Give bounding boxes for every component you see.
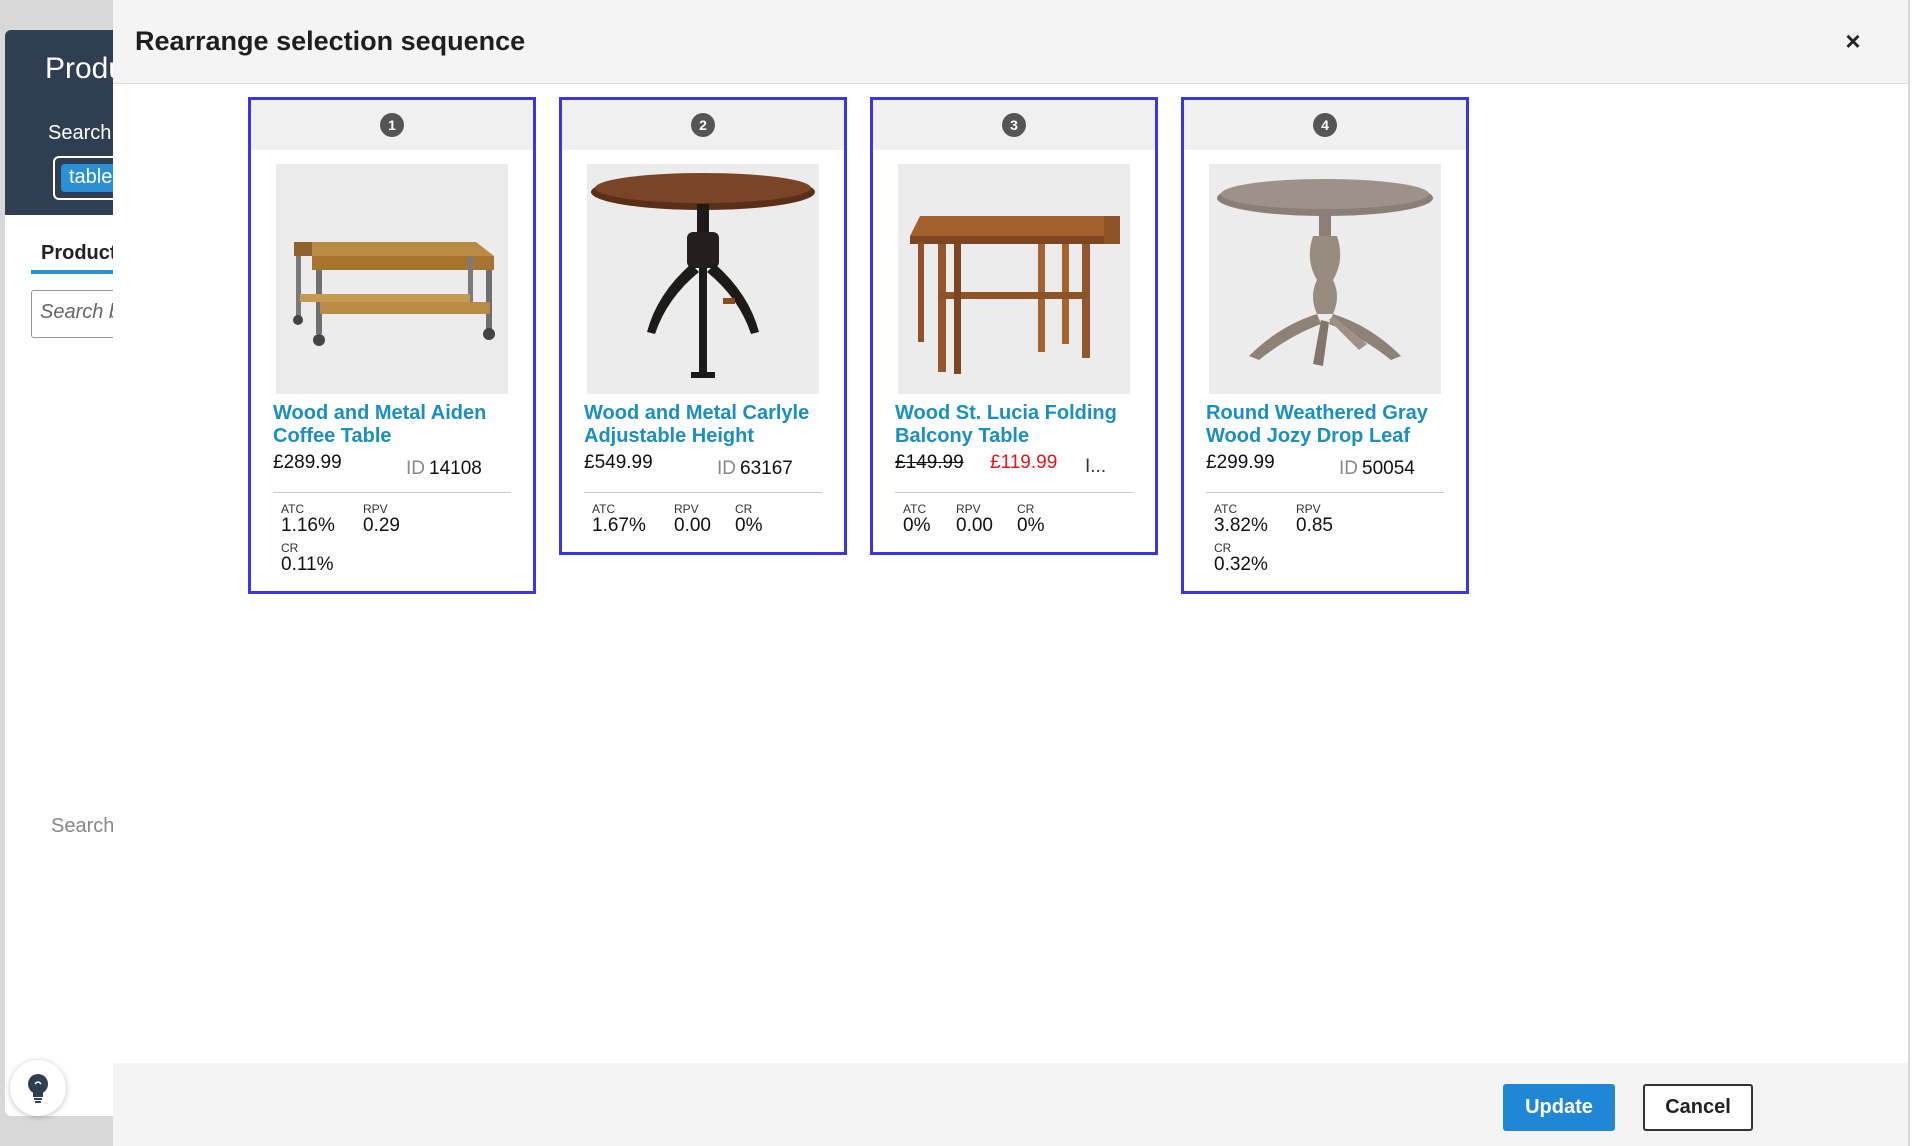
- product-id: ID 14108: [406, 458, 482, 480]
- metric-label: ATC: [1214, 502, 1238, 516]
- drag-handle[interactable]: 4: [1184, 100, 1466, 150]
- metric-label: RPV: [1296, 502, 1321, 516]
- product-id-label: ID: [1339, 458, 1358, 479]
- divider: [273, 492, 511, 493]
- metric-value: 0.00: [956, 515, 993, 536]
- metric-value: 0.11%: [281, 554, 334, 575]
- metric-value: 0%: [1017, 515, 1045, 536]
- product-name-link[interactable]: Wood and Metal Carlyle Adjustable Height: [584, 402, 822, 448]
- metrics: ATC 1.67% RPV 0.00 CR 0%: [592, 503, 822, 542]
- metric-atc: ATC 3.82%: [1214, 503, 1296, 536]
- product-card[interactable]: 4 Round Weathered Gray Wood Jozy Drop Le…: [1181, 97, 1469, 594]
- position-badge: 3: [1002, 113, 1026, 137]
- position-badge: 2: [691, 113, 715, 137]
- position-badge: 1: [380, 113, 404, 137]
- update-button[interactable]: Update: [1503, 1084, 1615, 1131]
- product-price: £289.99: [273, 452, 342, 473]
- metric-label: ATC: [281, 502, 305, 516]
- metric-atc: ATC 1.16%: [281, 503, 363, 536]
- close-icon[interactable]: ×: [1838, 26, 1868, 56]
- product-id-value: 50054: [1362, 458, 1415, 479]
- metric-value: 0.00: [674, 515, 711, 536]
- metric-label: CR: [281, 541, 299, 555]
- product-image: [1209, 164, 1441, 394]
- metric-value: 0.32%: [1214, 554, 1268, 575]
- metric-label: RPV: [363, 502, 388, 516]
- metric-cr: CR 0.11%: [281, 542, 511, 575]
- metric-cr: CR 0.32%: [1214, 542, 1444, 575]
- product-image: [898, 164, 1130, 394]
- product-card[interactable]: 1 Wood and Metal Aiden Coffee Table £289…: [248, 97, 536, 594]
- metric-rpv: RPV 0.00: [956, 503, 1017, 536]
- price-row: £289.99 ID 14108: [273, 452, 511, 482]
- cancel-button[interactable]: Cancel: [1643, 1084, 1753, 1131]
- metric-label: ATC: [903, 502, 927, 516]
- product-id-label: ID: [717, 458, 736, 479]
- metric-value: 0%: [735, 515, 763, 536]
- product-sale-price: £119.99: [990, 452, 1058, 473]
- metric-value: 3.82%: [1214, 515, 1268, 536]
- product-card[interactable]: 2 Wood and Metal Carlyle Adjustable Heig…: [559, 97, 847, 555]
- lightbulb-icon[interactable]: [10, 1060, 66, 1116]
- drag-handle[interactable]: 2: [562, 100, 844, 150]
- metrics: ATC 0% RPV 0.00 CR 0%: [903, 503, 1133, 542]
- metric-label: ATC: [592, 502, 616, 516]
- metric-label: RPV: [956, 502, 981, 516]
- metric-rpv: RPV 0.29: [363, 503, 445, 536]
- product-id: ID 50054: [1339, 458, 1415, 480]
- metric-rpv: RPV 0.85: [1296, 503, 1378, 536]
- metric-rpv: RPV 0.00: [674, 503, 735, 536]
- metrics: ATC 3.82% RPV 0.85 CR 0.32%: [1214, 503, 1444, 581]
- product-name-link[interactable]: Wood St. Lucia Folding Balcony Table: [895, 402, 1133, 448]
- product-id-truncated: I...: [1085, 456, 1107, 477]
- divider: [895, 492, 1133, 493]
- metric-label: CR: [1214, 541, 1232, 555]
- modal-title: Rearrange selection sequence: [135, 26, 526, 56]
- metric-value: 0.29: [363, 515, 400, 536]
- product-name-link[interactable]: Wood and Metal Aiden Coffee Table: [273, 402, 511, 448]
- background-search-label: Search: [48, 122, 112, 144]
- product-image: [276, 164, 508, 394]
- product-id-label: ID: [406, 458, 425, 479]
- price-row: £299.99 ID 50054: [1206, 452, 1444, 482]
- metric-value: 0%: [903, 515, 931, 536]
- drag-handle[interactable]: 1: [251, 100, 533, 150]
- metric-value: 1.16%: [281, 515, 335, 536]
- metric-value: 0.85: [1296, 515, 1333, 536]
- position-badge: 4: [1313, 113, 1337, 137]
- product-price: £299.99: [1206, 452, 1275, 473]
- divider: [1206, 492, 1444, 493]
- product-id: ID 63167: [717, 458, 793, 480]
- metric-label: CR: [1017, 502, 1035, 516]
- metric-cr: CR 0%: [1017, 503, 1078, 536]
- rearrange-modal: Rearrange selection sequence × 1 Wood an…: [113, 0, 1908, 1146]
- metric-atc: ATC 0%: [903, 503, 956, 536]
- background-right-edge: [1910, 0, 1920, 1146]
- product-price: £549.99: [584, 452, 653, 473]
- modal-header: Rearrange selection sequence ×: [113, 0, 1908, 84]
- drag-handle[interactable]: 3: [873, 100, 1155, 150]
- metric-value: 1.67%: [592, 515, 646, 536]
- modal-footer: [113, 1063, 1908, 1146]
- tab-products[interactable]: Product: [41, 242, 117, 265]
- metric-label: CR: [735, 502, 753, 516]
- metrics: ATC 1.16% RPV 0.29 CR 0.11%: [281, 503, 511, 581]
- product-original-price: £149.99: [895, 452, 964, 473]
- metric-label: RPV: [674, 502, 699, 516]
- metric-cr: CR 0%: [735, 503, 796, 536]
- price-row: £549.99 ID 63167: [584, 452, 822, 482]
- divider: [584, 492, 822, 493]
- product-id-value: 63167: [740, 458, 793, 479]
- background-empty-text: Search: [51, 815, 115, 837]
- price-row: £149.99 £119.99 I...: [895, 452, 1133, 482]
- product-name-link[interactable]: Round Weathered Gray Wood Jozy Drop Leaf: [1206, 402, 1444, 448]
- product-image: [587, 164, 819, 394]
- product-card[interactable]: 3 Wood St. Lucia Folding Balcony Table £…: [870, 97, 1158, 555]
- metric-atc: ATC 1.67%: [592, 503, 674, 536]
- product-id-value: 14108: [429, 458, 482, 479]
